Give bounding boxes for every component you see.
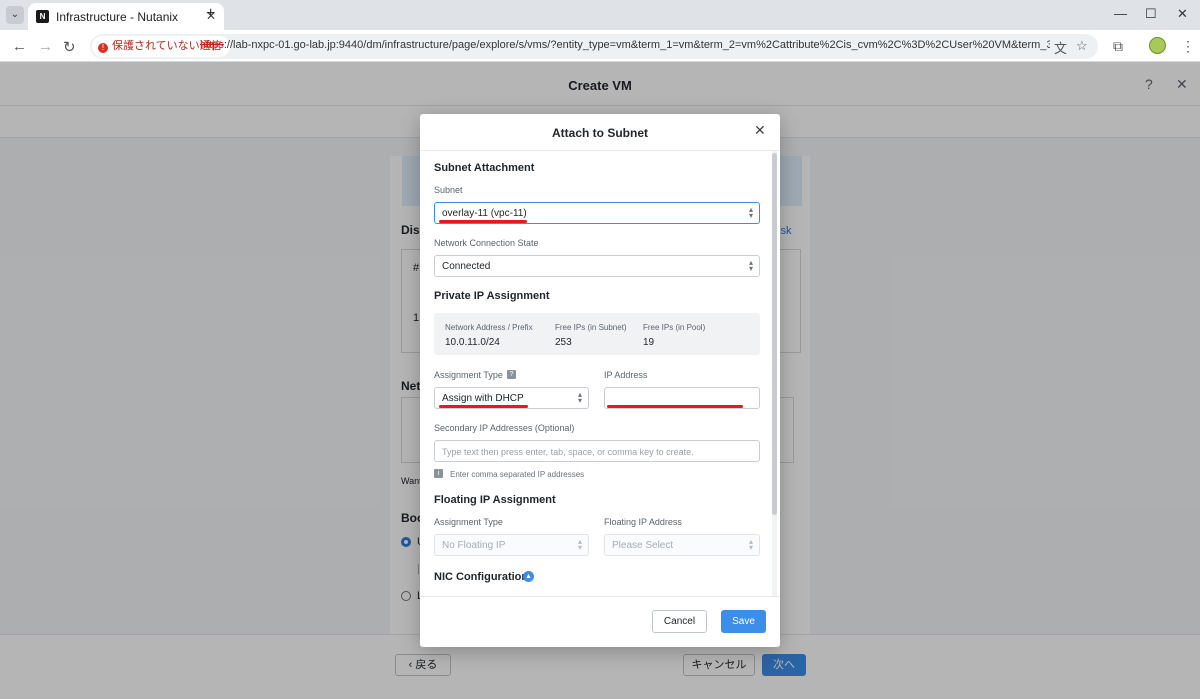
browser-tab[interactable]: N Infrastructure - Nutanix ✕ bbox=[28, 3, 224, 30]
window-close-icon[interactable]: ✕ bbox=[1177, 6, 1188, 22]
select-arrows-icon: ▴ ▾ bbox=[748, 258, 753, 273]
floating-type-value: No Floating IP bbox=[442, 540, 506, 551]
cancel-button[interactable]: Cancel bbox=[652, 610, 707, 633]
free-ips-pool-value: 19 bbox=[643, 337, 655, 348]
nic-config-heading: NIC Configuration bbox=[434, 571, 529, 583]
free-ips-subnet-header: Free IPs (in Subnet) bbox=[555, 323, 627, 332]
annotation-underline bbox=[439, 405, 528, 408]
browser-menu-icon[interactable]: ⋮ bbox=[1181, 38, 1195, 55]
dialog-close-icon[interactable]: ✕ bbox=[754, 122, 766, 139]
dialog-title: Attach to Subnet bbox=[552, 126, 648, 140]
floating-ip-heading: Floating IP Assignment bbox=[434, 494, 556, 506]
private-ip-heading: Private IP Assignment bbox=[434, 290, 550, 302]
bookmark-star-icon[interactable]: ☆ bbox=[1076, 38, 1088, 54]
subnet-attachment-heading: Subnet Attachment bbox=[434, 162, 535, 174]
info-icon: i bbox=[434, 469, 443, 478]
browser-toolbar: ← → ↻ ! 保護されていない通信 https://lab-nxpc-01.go… bbox=[0, 30, 1200, 62]
annotation-underline bbox=[607, 405, 743, 408]
address-bar[interactable]: ! 保護されていない通信 https://lab-nxpc-01.go-lab.j… bbox=[90, 34, 1098, 59]
dialog-footer-divider bbox=[420, 596, 780, 597]
translate-icon[interactable]: 文 bbox=[1054, 38, 1067, 57]
ip-address-label: IP Address bbox=[604, 370, 648, 380]
select-arrows-icon: ▴ ▾ bbox=[577, 537, 582, 552]
browser-tab-bar: ⌄ N Infrastructure - Nutanix ✕ + — ☐ ✕ bbox=[0, 0, 1200, 30]
warning-icon: ! bbox=[98, 43, 108, 53]
select-arrows-icon: ▴ ▾ bbox=[748, 205, 753, 220]
secondary-ip-hint: Enter comma separated IP addresses bbox=[450, 470, 585, 479]
free-ips-pool-header: Free IPs (in Pool) bbox=[643, 323, 706, 332]
url-rest: ://lab-nxpc-01.go-lab.jp:9440/dm/infrast… bbox=[223, 39, 1050, 51]
profile-avatar[interactable] bbox=[1149, 37, 1166, 54]
floating-address-value: Please Select bbox=[612, 540, 674, 551]
chevron-up-icon[interactable]: ▲ bbox=[523, 571, 534, 582]
back-arrow-icon[interactable]: ← bbox=[12, 38, 27, 55]
select-arrows-icon: ▴ ▾ bbox=[577, 390, 582, 405]
save-button[interactable]: Save bbox=[721, 610, 766, 633]
extensions-icon[interactable]: ⧉ bbox=[1113, 38, 1123, 55]
maximize-icon[interactable]: ☐ bbox=[1145, 6, 1157, 22]
help-question-icon[interactable]: ? bbox=[507, 370, 516, 379]
network-prefix-header: Network Address / Prefix bbox=[445, 323, 533, 332]
floating-address-select[interactable]: Please Select ▴ ▾ bbox=[604, 534, 760, 556]
url-text[interactable]: https://lab-nxpc-01.go-lab.jp:9440/dm/in… bbox=[200, 39, 1050, 51]
subnet-value: overlay-11 (vpc-11) bbox=[442, 208, 527, 219]
tab-search-icon[interactable]: ⌄ bbox=[6, 6, 24, 24]
dialog-body: Subnet Attachment Subnet overlay-11 (vpc… bbox=[420, 151, 780, 597]
secondary-ip-input[interactable]: Type text then press enter, tab, space, … bbox=[434, 440, 760, 462]
secondary-ip-label: Secondary IP Addresses (Optional) bbox=[434, 423, 575, 433]
free-ips-subnet-value: 253 bbox=[555, 337, 572, 348]
connection-state-value: Connected bbox=[442, 261, 491, 272]
floating-type-label: Assignment Type bbox=[434, 517, 503, 527]
secondary-ip-placeholder: Type text then press enter, tab, space, … bbox=[442, 447, 694, 457]
subnet-label: Subnet bbox=[434, 185, 463, 195]
assignment-type-value: Assign with DHCP bbox=[442, 393, 524, 404]
tab-title: Infrastructure - Nutanix bbox=[56, 10, 179, 24]
annotation-underline bbox=[439, 220, 527, 223]
attach-subnet-dialog: Attach to Subnet ✕ Subnet Attachment Sub… bbox=[420, 114, 780, 647]
minimize-icon[interactable]: — bbox=[1114, 6, 1127, 21]
network-prefix-value: 10.0.11.0/24 bbox=[445, 337, 500, 348]
forward-arrow-icon[interactable]: → bbox=[38, 38, 53, 55]
select-arrows-icon: ▴ ▾ bbox=[748, 537, 753, 552]
url-scheme: https bbox=[200, 39, 224, 51]
subnet-info-panel: Network Address / Prefix 10.0.11.0/24 Fr… bbox=[434, 313, 760, 355]
floating-address-label: Floating IP Address bbox=[604, 517, 682, 527]
nutanix-favicon-icon: N bbox=[36, 10, 49, 23]
new-tab-icon[interactable]: + bbox=[206, 5, 215, 23]
reload-icon[interactable]: ↻ bbox=[63, 38, 76, 56]
floating-type-select[interactable]: No Floating IP ▴ ▾ bbox=[434, 534, 589, 556]
assignment-type-label: Assignment Type bbox=[434, 370, 503, 380]
dialog-scrollbar-thumb[interactable] bbox=[772, 153, 777, 515]
connection-state-select[interactable]: Connected ▴ ▾ bbox=[434, 255, 760, 277]
connection-state-label: Network Connection State bbox=[434, 238, 539, 248]
